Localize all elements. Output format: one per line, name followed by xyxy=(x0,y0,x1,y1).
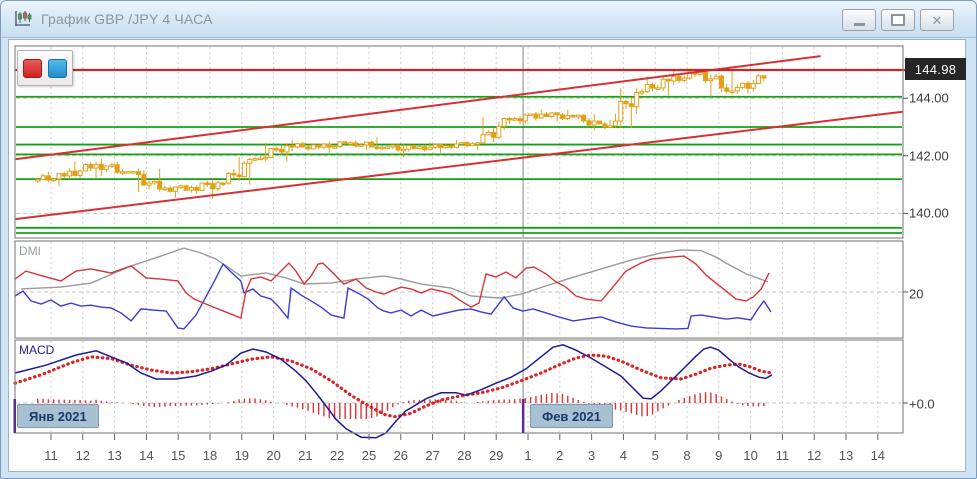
price-tick-144: 144.00 xyxy=(909,90,949,106)
x-axis-day-label: 18 xyxy=(202,448,218,463)
x-axis-day-label: 22 xyxy=(329,448,345,463)
x-axis-day-label: 28 xyxy=(457,448,472,463)
minimize-button[interactable] xyxy=(842,9,876,31)
x-axis-day-label: 5 xyxy=(651,448,659,463)
x-axis-day-label: 8 xyxy=(683,448,691,463)
dmi-axis-tick: 20 xyxy=(909,286,924,302)
x-axis-day-label: 27 xyxy=(425,448,440,463)
chart-client-area xyxy=(8,39,966,472)
x-axis-day-label: 9 xyxy=(715,448,723,463)
close-button[interactable]: ✕ xyxy=(920,9,954,31)
x-axis-day-label: 29 xyxy=(488,448,504,463)
x-axis-day-label: 12 xyxy=(75,448,91,463)
red-marker-button[interactable] xyxy=(23,58,42,78)
chart-window: График GBP /JPY 4 ЧАСА ✕ 144.98 144.00 1… xyxy=(0,0,977,479)
month-label-jan: Янв 2021 xyxy=(17,404,99,428)
close-icon: ✕ xyxy=(931,12,943,28)
x-axis-day-label: 13 xyxy=(838,448,854,463)
window-title: График GBP /JPY 4 ЧАСА xyxy=(41,11,213,27)
macd-panel-label: MACD xyxy=(19,343,55,357)
x-axis-day-label: 20 xyxy=(266,448,281,463)
title-bar[interactable]: График GBP /JPY 4 ЧАСА ✕ xyxy=(1,1,976,38)
month-label-feb: Фев 2021 xyxy=(530,404,613,428)
x-axis-day-label: 4 xyxy=(619,448,627,463)
blue-marker-button[interactable] xyxy=(48,58,67,78)
x-axis-day-label: 19 xyxy=(234,448,250,463)
chart-marker-toolbar xyxy=(17,50,73,86)
dmi-panel-label: DMI xyxy=(19,244,41,258)
x-axis-day-label: 11 xyxy=(44,448,58,463)
x-axis-day-label: 14 xyxy=(139,448,154,463)
minimize-icon xyxy=(853,22,865,26)
x-axis-day-label: 12 xyxy=(806,448,822,463)
x-axis-day-label: 21 xyxy=(298,448,313,463)
current-price-badge: 144.98 xyxy=(905,58,966,80)
x-axis-day-label: 2 xyxy=(556,448,564,463)
x-axis-day-label: 15 xyxy=(170,448,186,463)
x-axis-day-label: 25 xyxy=(361,448,377,463)
x-axis-day-label: 10 xyxy=(743,448,758,463)
x-axis-day-label: 13 xyxy=(107,448,122,463)
x-axis-day-label: 11 xyxy=(775,448,790,463)
price-tick-142: 142.00 xyxy=(909,148,949,164)
x-axis-day-label: 1 xyxy=(524,448,532,463)
x-axis-day-label: 26 xyxy=(393,448,409,463)
restore-button[interactable] xyxy=(881,9,915,31)
macd-axis-tick: +0.0 xyxy=(909,396,935,412)
x-axis-day-label: 3 xyxy=(587,448,596,463)
price-tick-140: 140.00 xyxy=(909,205,949,221)
x-axis-day-label: 14 xyxy=(870,448,886,463)
restore-icon xyxy=(891,14,905,26)
candlestick-chart-icon xyxy=(13,9,33,29)
